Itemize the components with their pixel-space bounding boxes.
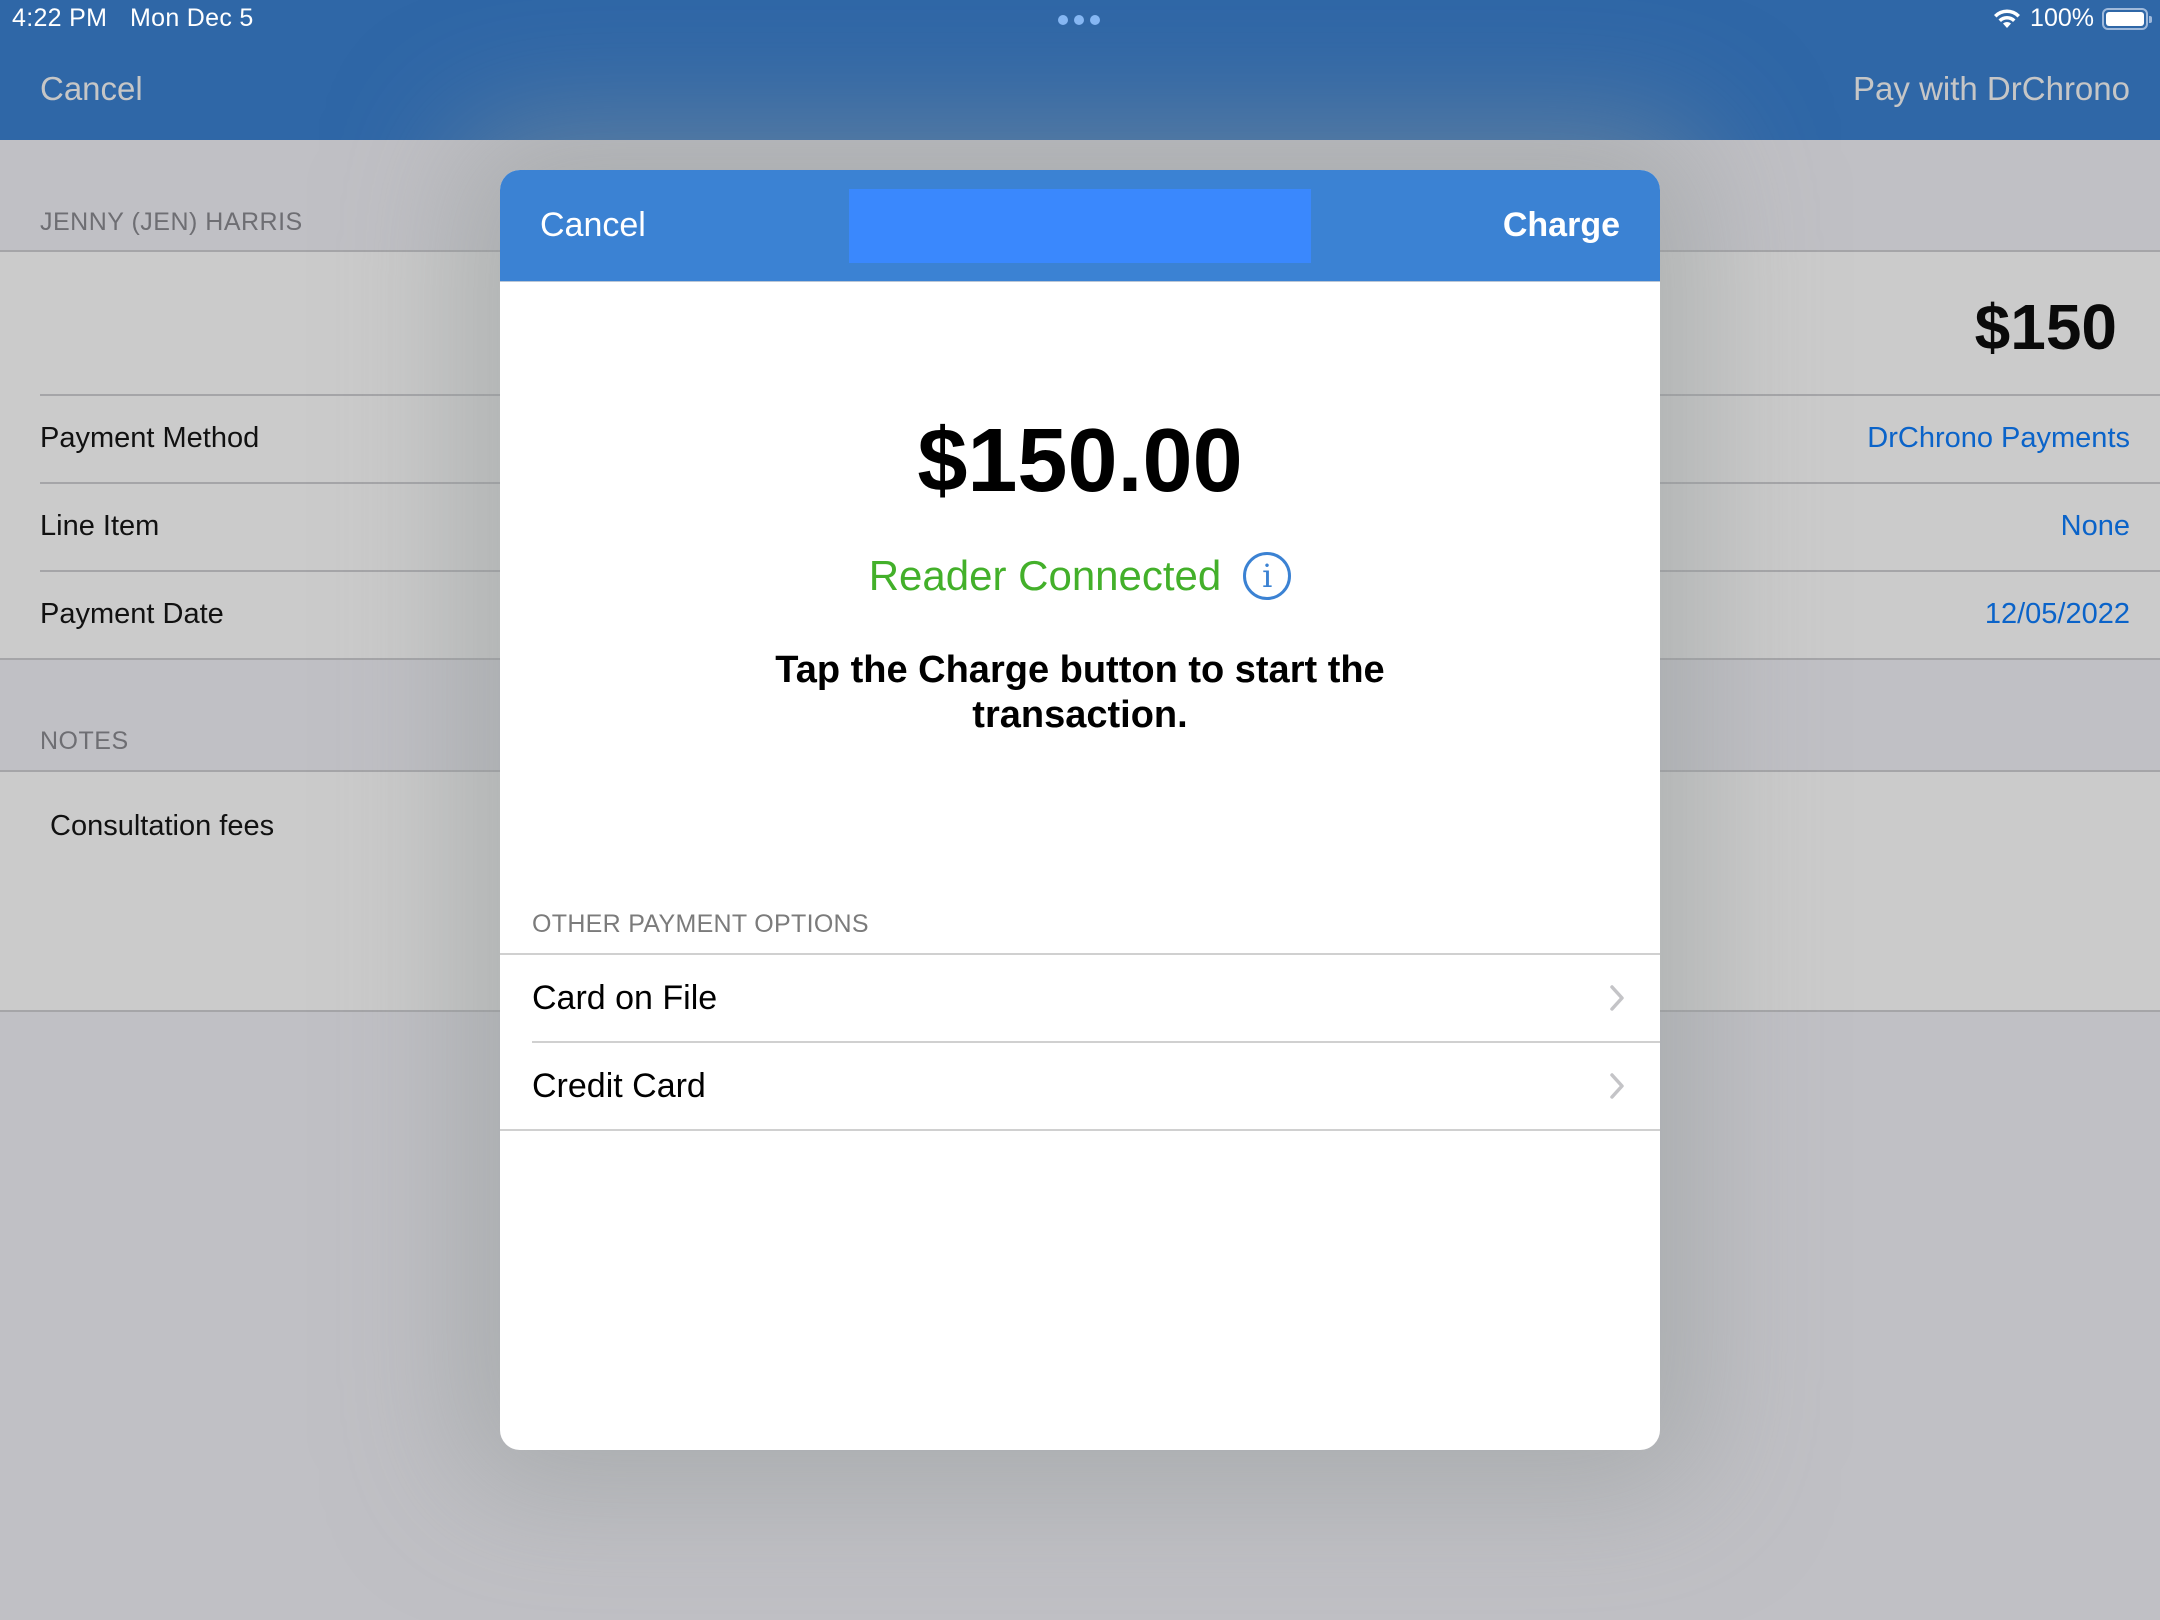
modal-cancel-button[interactable]: Cancel <box>540 206 646 245</box>
row-label: Payment Method <box>40 422 260 454</box>
charge-button[interactable]: Charge <box>1503 206 1620 245</box>
nav-cancel-button[interactable]: Cancel <box>40 70 143 108</box>
charge-amount: $150.00 <box>917 411 1243 511</box>
row-value[interactable]: 12/05/2022 <box>1985 598 2130 631</box>
option-credit-card[interactable]: Credit Card <box>500 1043 1660 1131</box>
battery-icon <box>2102 7 2152 30</box>
status-indicators: 100% <box>1992 4 2152 33</box>
charge-modal: Cancel Charge $150.00 Reader Connected i… <box>500 170 1660 1450</box>
other-payment-options-header: OTHER PAYMENT OPTIONS <box>532 910 869 938</box>
reader-status: Reader Connected i <box>500 552 1660 600</box>
chevron-right-icon <box>1610 1073 1624 1099</box>
nav-title: Pay with DrChrono <box>1853 70 2130 107</box>
row-value[interactable]: None <box>2061 510 2130 543</box>
option-card-on-file[interactable]: Card on File <box>500 955 1660 1043</box>
reader-status-text: Reader Connected <box>868 552 1222 599</box>
modal-title-redacted <box>849 189 1311 263</box>
more-dots-icon[interactable] <box>1058 15 1100 25</box>
row-label: Line Item <box>40 510 160 542</box>
notes-text[interactable]: Consultation fees <box>50 810 274 843</box>
option-label: Credit Card <box>532 1067 706 1105</box>
status-time: 4:22 PM <box>12 4 108 32</box>
battery-percent: 100% <box>2030 4 2094 32</box>
patient-name-header: JENNY (JEN) HARRIS <box>40 208 303 236</box>
amount-field[interactable]: $150 <box>1975 290 2117 364</box>
status-date: Mon Dec 5 <box>130 4 254 32</box>
info-icon[interactable]: i <box>1243 552 1292 600</box>
navigation-bar: 4:22 PM Mon Dec 5 100% Cancel Pay with D… <box>0 0 2160 140</box>
row-label: Payment Date <box>40 598 224 630</box>
modal-header: Cancel Charge <box>500 170 1660 282</box>
chevron-right-icon <box>1610 985 1624 1011</box>
divider <box>500 1129 1660 1131</box>
notes-header: NOTES <box>40 727 129 755</box>
instruction-text: Tap the Charge button to start the trans… <box>775 649 1385 736</box>
wifi-icon <box>1994 8 2021 28</box>
option-label: Card on File <box>532 979 718 1017</box>
row-value[interactable]: DrChrono Payments <box>1867 422 2130 455</box>
